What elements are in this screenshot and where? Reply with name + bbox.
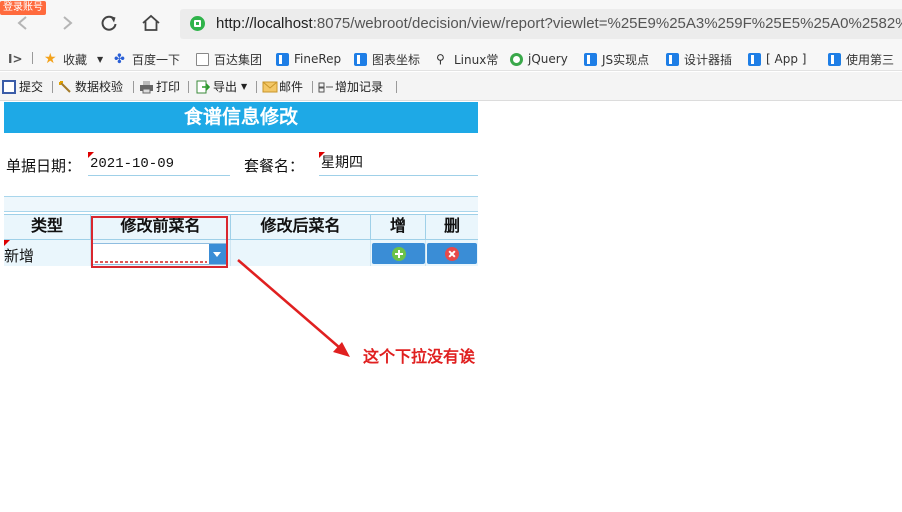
- annotation-arrow: [237, 259, 350, 357]
- annotation-text: 这个下拉没有诶: [363, 347, 476, 366]
